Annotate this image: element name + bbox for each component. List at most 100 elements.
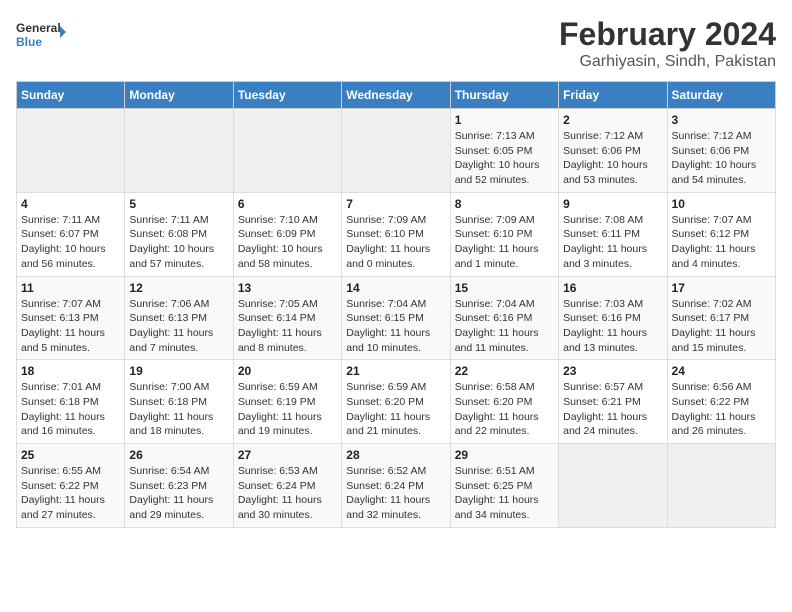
day-number: 23 xyxy=(563,364,662,378)
day-number: 1 xyxy=(455,113,554,127)
calendar-cell: 17 Sunrise: 7:02 AM Sunset: 6:17 PM Dayli… xyxy=(667,276,775,360)
page-title: February 2024 xyxy=(559,16,776,53)
calendar-cell: 19 Sunrise: 7:00 AM Sunset: 6:18 PM Dayli… xyxy=(125,360,233,444)
calendar-cell xyxy=(559,444,667,528)
day-info: Sunrise: 7:11 AM Sunset: 6:08 PM Dayligh… xyxy=(129,213,228,272)
calendar-cell: 21 Sunrise: 6:59 AM Sunset: 6:20 PM Dayli… xyxy=(342,360,450,444)
day-number: 29 xyxy=(455,448,554,462)
calendar-week-row: 4Sunrise: 7:11 AM Sunset: 6:07 PM Daylig… xyxy=(17,192,776,276)
calendar-cell: 6 Sunrise: 7:10 AM Sunset: 6:09 PM Daylig… xyxy=(233,192,341,276)
calendar-cell: 27 Sunrise: 6:53 AM Sunset: 6:24 PM Dayli… xyxy=(233,444,341,528)
day-number: 6 xyxy=(238,197,337,211)
day-info: Sunrise: 7:04 AM Sunset: 6:16 PM Dayligh… xyxy=(455,297,554,356)
calendar-cell: 8Sunrise: 7:09 AM Sunset: 6:10 PM Daylig… xyxy=(450,192,558,276)
calendar-day-header: Thursday xyxy=(450,82,558,109)
day-info: Sunrise: 6:51 AM Sunset: 6:25 PM Dayligh… xyxy=(455,464,554,523)
day-info: Sunrise: 7:12 AM Sunset: 6:06 PM Dayligh… xyxy=(672,129,771,188)
calendar-week-row: 11Sunrise: 7:07 AM Sunset: 6:13 PM Dayli… xyxy=(17,276,776,360)
calendar-cell: 4Sunrise: 7:11 AM Sunset: 6:07 PM Daylig… xyxy=(17,192,125,276)
day-number: 19 xyxy=(129,364,228,378)
day-info: Sunrise: 6:55 AM Sunset: 6:22 PM Dayligh… xyxy=(21,464,120,523)
calendar-cell: 24Sunrise: 6:56 AM Sunset: 6:22 PM Dayli… xyxy=(667,360,775,444)
svg-text:General: General xyxy=(16,21,61,35)
day-number: 11 xyxy=(21,281,120,295)
calendar-cell: 26 Sunrise: 6:54 AM Sunset: 6:23 PM Dayli… xyxy=(125,444,233,528)
calendar-day-header: Tuesday xyxy=(233,82,341,109)
calendar-cell: 15 Sunrise: 7:04 AM Sunset: 6:16 PM Dayli… xyxy=(450,276,558,360)
day-info: Sunrise: 6:57 AM Sunset: 6:21 PM Dayligh… xyxy=(563,380,662,439)
page-subtitle: Garhiyasin, Sindh, Pakistan xyxy=(559,53,776,71)
day-number: 5 xyxy=(129,197,228,211)
day-info: Sunrise: 7:00 AM Sunset: 6:18 PM Dayligh… xyxy=(129,380,228,439)
calendar-table: SundayMondayTuesdayWednesdayThursdayFrid… xyxy=(16,81,776,528)
day-info: Sunrise: 6:53 AM Sunset: 6:24 PM Dayligh… xyxy=(238,464,337,523)
day-info: Sunrise: 6:58 AM Sunset: 6:20 PM Dayligh… xyxy=(455,380,554,439)
calendar-cell: 5 Sunrise: 7:11 AM Sunset: 6:08 PM Daylig… xyxy=(125,192,233,276)
calendar-day-header: Friday xyxy=(559,82,667,109)
day-info: Sunrise: 7:10 AM Sunset: 6:09 PM Dayligh… xyxy=(238,213,337,272)
calendar-week-row: 18 Sunrise: 7:01 AM Sunset: 6:18 PM Dayli… xyxy=(17,360,776,444)
calendar-week-row: 1 Sunrise: 7:13 AM Sunset: 6:05 PM Daylig… xyxy=(17,109,776,193)
calendar-cell xyxy=(233,109,341,193)
calendar-cell: 20Sunrise: 6:59 AM Sunset: 6:19 PM Dayli… xyxy=(233,360,341,444)
day-info: Sunrise: 6:54 AM Sunset: 6:23 PM Dayligh… xyxy=(129,464,228,523)
calendar-cell: 29 Sunrise: 6:51 AM Sunset: 6:25 PM Dayli… xyxy=(450,444,558,528)
calendar-cell: 14 Sunrise: 7:04 AM Sunset: 6:15 PM Dayli… xyxy=(342,276,450,360)
day-number: 15 xyxy=(455,281,554,295)
calendar-cell: 22 Sunrise: 6:58 AM Sunset: 6:20 PM Dayli… xyxy=(450,360,558,444)
day-info: Sunrise: 7:02 AM Sunset: 6:17 PM Dayligh… xyxy=(672,297,771,356)
calendar-cell: 23 Sunrise: 6:57 AM Sunset: 6:21 PM Dayli… xyxy=(559,360,667,444)
calendar-day-header: Saturday xyxy=(667,82,775,109)
calendar-cell: 28 Sunrise: 6:52 AM Sunset: 6:24 PM Dayli… xyxy=(342,444,450,528)
day-number: 17 xyxy=(672,281,771,295)
day-number: 26 xyxy=(129,448,228,462)
day-info: Sunrise: 7:03 AM Sunset: 6:16 PM Dayligh… xyxy=(563,297,662,356)
calendar-cell: 18 Sunrise: 7:01 AM Sunset: 6:18 PM Dayli… xyxy=(17,360,125,444)
calendar-cell: 9Sunrise: 7:08 AM Sunset: 6:11 PM Daylig… xyxy=(559,192,667,276)
calendar-cell xyxy=(125,109,233,193)
calendar-cell xyxy=(342,109,450,193)
day-info: Sunrise: 7:13 AM Sunset: 6:05 PM Dayligh… xyxy=(455,129,554,188)
day-info: Sunrise: 7:09 AM Sunset: 6:10 PM Dayligh… xyxy=(346,213,445,272)
day-number: 20 xyxy=(238,364,337,378)
title-block: February 2024 Garhiyasin, Sindh, Pakista… xyxy=(559,16,776,71)
calendar-day-header: Monday xyxy=(125,82,233,109)
day-number: 27 xyxy=(238,448,337,462)
calendar-cell: 2 Sunrise: 7:12 AM Sunset: 6:06 PM Daylig… xyxy=(559,109,667,193)
svg-text:Blue: Blue xyxy=(16,35,42,49)
calendar-day-header: Sunday xyxy=(17,82,125,109)
calendar-header-row: SundayMondayTuesdayWednesdayThursdayFrid… xyxy=(17,82,776,109)
day-info: Sunrise: 7:04 AM Sunset: 6:15 PM Dayligh… xyxy=(346,297,445,356)
day-info: Sunrise: 6:56 AM Sunset: 6:22 PM Dayligh… xyxy=(672,380,771,439)
calendar-week-row: 25 Sunrise: 6:55 AM Sunset: 6:22 PM Dayli… xyxy=(17,444,776,528)
calendar-cell: 13 Sunrise: 7:05 AM Sunset: 6:14 PM Dayli… xyxy=(233,276,341,360)
day-number: 14 xyxy=(346,281,445,295)
day-number: 2 xyxy=(563,113,662,127)
calendar-cell: 10Sunrise: 7:07 AM Sunset: 6:12 PM Dayli… xyxy=(667,192,775,276)
day-info: Sunrise: 7:12 AM Sunset: 6:06 PM Dayligh… xyxy=(563,129,662,188)
day-info: Sunrise: 7:01 AM Sunset: 6:18 PM Dayligh… xyxy=(21,380,120,439)
calendar-cell: 12Sunrise: 7:06 AM Sunset: 6:13 PM Dayli… xyxy=(125,276,233,360)
day-number: 13 xyxy=(238,281,337,295)
day-number: 22 xyxy=(455,364,554,378)
day-info: Sunrise: 7:05 AM Sunset: 6:14 PM Dayligh… xyxy=(238,297,337,356)
calendar-cell: 1 Sunrise: 7:13 AM Sunset: 6:05 PM Daylig… xyxy=(450,109,558,193)
day-number: 18 xyxy=(21,364,120,378)
day-number: 8 xyxy=(455,197,554,211)
day-number: 10 xyxy=(672,197,771,211)
day-number: 25 xyxy=(21,448,120,462)
day-info: Sunrise: 6:52 AM Sunset: 6:24 PM Dayligh… xyxy=(346,464,445,523)
page-header: General Blue February 2024 Garhiyasin, S… xyxy=(16,16,776,71)
day-number: 21 xyxy=(346,364,445,378)
calendar-body: 1 Sunrise: 7:13 AM Sunset: 6:05 PM Daylig… xyxy=(17,109,776,528)
calendar-cell xyxy=(667,444,775,528)
calendar-cell: 16Sunrise: 7:03 AM Sunset: 6:16 PM Dayli… xyxy=(559,276,667,360)
day-number: 3 xyxy=(672,113,771,127)
calendar-cell: 25 Sunrise: 6:55 AM Sunset: 6:22 PM Dayli… xyxy=(17,444,125,528)
day-number: 7 xyxy=(346,197,445,211)
day-info: Sunrise: 6:59 AM Sunset: 6:20 PM Dayligh… xyxy=(346,380,445,439)
day-number: 28 xyxy=(346,448,445,462)
logo: General Blue xyxy=(16,16,66,56)
day-number: 4 xyxy=(21,197,120,211)
logo-svg: General Blue xyxy=(16,16,66,56)
